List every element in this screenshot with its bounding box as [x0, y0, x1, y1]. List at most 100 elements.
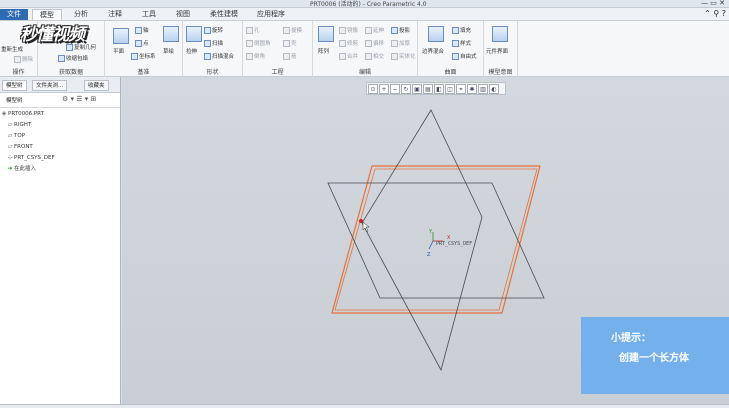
selected-point[interactable] [359, 219, 363, 223]
offset-button[interactable]: 偏移 [365, 39, 384, 47]
tab-analysis[interactable]: 分析 [66, 9, 96, 20]
front-plane[interactable] [331, 165, 541, 314]
tree-item-front[interactable]: ▱ FRONT [0, 141, 120, 152]
style-button[interactable]: 样式 [452, 39, 471, 47]
group-editing: 阵列 镜像 修剪 合并 相交 延伸 偏移 投影 加厚 实体化 编辑 [313, 21, 418, 77]
component-interface-button[interactable]: 元件界面 [486, 47, 508, 55]
copy-geometry-icon [66, 44, 73, 51]
group-label-datum: 基准 [137, 69, 150, 76]
rib-button[interactable]: 筋 [283, 52, 297, 60]
draft-button[interactable]: 拔模 [283, 26, 302, 34]
fill-button[interactable]: 填充 [452, 26, 471, 34]
swept-blend-button[interactable]: 扫描混合 [204, 52, 234, 60]
window-controls[interactable]: — ▭ ✕ [701, 0, 725, 7]
solidify-icon [391, 53, 398, 60]
tree-item-csys[interactable]: ⊹PRT_CSYS_DEF [0, 152, 120, 163]
shrinkwrap-icon [58, 55, 65, 62]
intersect-button[interactable]: 相交 [365, 52, 384, 60]
title-bar: PRT0006 (活动的) - Creo Parametric 4.0 — ▭ … [0, 0, 729, 8]
section-icon[interactable]: ◫ [445, 84, 455, 94]
revolve-button[interactable]: 旋转 [204, 26, 223, 34]
extend-button[interactable]: 延伸 [365, 26, 384, 34]
sketch-button[interactable]: 草绘 [163, 47, 174, 55]
ribbon: 重新生成 删除 操作 复制几何 收缩包络 获取数据 平面 轴 点 坐标系 草绘 … [0, 21, 729, 77]
tab-favorites[interactable]: 收藏夹 [84, 80, 109, 91]
draft-icon [283, 27, 290, 34]
project-button[interactable]: 投影 [391, 26, 410, 34]
draft-label: 拔模 [291, 28, 303, 34]
csys-axis-z: Z [427, 252, 431, 258]
rib-label: 筋 [291, 54, 297, 60]
tree-item-right[interactable]: ▱ RIGHT [0, 119, 120, 130]
file-menu[interactable]: 文件 [0, 9, 28, 20]
view-orient-icon[interactable]: ▣ [412, 84, 422, 94]
plane-button[interactable]: 平面 [113, 47, 124, 55]
fill-label: 填充 [460, 28, 472, 34]
boundary-blend-button[interactable]: 边界混合 [422, 47, 444, 55]
trim-button[interactable]: 修剪 [339, 39, 358, 47]
pattern-button[interactable]: 阵列 [318, 47, 329, 55]
tab-model[interactable]: 模型 [32, 9, 62, 20]
group-label-model-intent: 模型意图 [488, 69, 513, 76]
delete-label: 删除 [22, 57, 34, 63]
tab-annotation[interactable]: 注释 [100, 9, 130, 20]
tab-tools[interactable]: 工具 [134, 9, 164, 20]
annotation-icon[interactable]: ▥ [478, 84, 488, 94]
spin-center-icon[interactable]: ✱ [467, 84, 477, 94]
help-search-icons[interactable]: ⌃ ⚲ ? [704, 9, 726, 18]
mirror-button[interactable]: 镜像 [339, 26, 358, 34]
intersect-label: 相交 [373, 54, 385, 60]
tab-flexible-modeling[interactable]: 柔性建模 [202, 9, 246, 20]
zoom-out-icon[interactable]: − [390, 84, 400, 94]
shell-button[interactable]: 壳 [283, 39, 297, 47]
csys-axis-y: Y [428, 229, 433, 235]
extend-icon [365, 27, 372, 34]
thicken-button[interactable]: 加厚 [391, 39, 410, 47]
tab-folder-browser[interactable]: 文件夹浏... [32, 80, 68, 91]
project-icon [391, 27, 398, 34]
tree-item-insert-here[interactable]: ➜在此插入 [0, 163, 120, 174]
hole-button[interactable]: 孔 [246, 26, 260, 34]
appearance-icon[interactable]: ◐ [489, 84, 499, 94]
display-style-icon[interactable]: ◧ [434, 84, 444, 94]
axis-button[interactable]: 轴 [135, 26, 149, 34]
rib-icon [283, 53, 290, 60]
plane-icon [113, 28, 129, 44]
freestyle-button[interactable]: 自由式 [452, 52, 477, 60]
chamfer-button[interactable]: 倒角 [246, 52, 265, 60]
boundary-blend-icon [428, 26, 444, 42]
csys-button[interactable]: 坐标系 [131, 52, 156, 60]
saved-views-icon[interactable]: ▤ [423, 84, 433, 94]
hole-label: 孔 [254, 28, 260, 34]
delete-button[interactable]: 删除 [14, 55, 33, 63]
zoom-in-icon[interactable]: + [379, 84, 389, 94]
shrinkwrap-button[interactable]: 收缩包络 [58, 54, 88, 62]
datum-display-icon[interactable]: ⌖ [456, 84, 466, 94]
thicken-label: 加厚 [399, 41, 411, 47]
tree-item-top[interactable]: ▱ TOP [0, 130, 120, 141]
tree-item-part[interactable]: ◈ PRT0006.PRT [0, 108, 120, 119]
solidify-button[interactable]: 实体化 [391, 52, 416, 60]
right-plane[interactable] [361, 109, 483, 372]
tab-model-tree[interactable]: 模型树 [2, 80, 27, 91]
round-button[interactable]: 倒圆角 [246, 39, 271, 47]
tab-applications[interactable]: 应用程序 [250, 9, 292, 20]
tab-view[interactable]: 视图 [168, 9, 198, 20]
merge-label: 合并 [347, 54, 359, 60]
component-interface-icon [492, 26, 508, 42]
copy-geometry-label: 复制几何 [74, 45, 97, 51]
model-tree-settings-icon[interactable]: ⚙ ▾ ☰ ▾ ⊞ [62, 95, 96, 103]
point-label: 点 [143, 41, 149, 47]
group-datum: 平面 轴 点 坐标系 草绘 基准 [105, 21, 183, 77]
point-button[interactable]: 点 [135, 39, 149, 47]
extrude-button[interactable]: 拉伸 [186, 47, 197, 55]
freestyle-icon [452, 53, 459, 60]
regenerate-button[interactable]: 重新生成 [1, 45, 23, 53]
axis-icon [135, 27, 142, 34]
merge-button[interactable]: 合并 [339, 52, 358, 60]
group-label-shapes: 形状 [206, 69, 219, 76]
zoom-fit-icon[interactable]: ⊙ [368, 84, 378, 94]
repaint-icon[interactable]: ↻ [401, 84, 411, 94]
sweep-button[interactable]: 扫描 [204, 39, 223, 47]
datum-plane-icon: ▱ [7, 132, 13, 139]
